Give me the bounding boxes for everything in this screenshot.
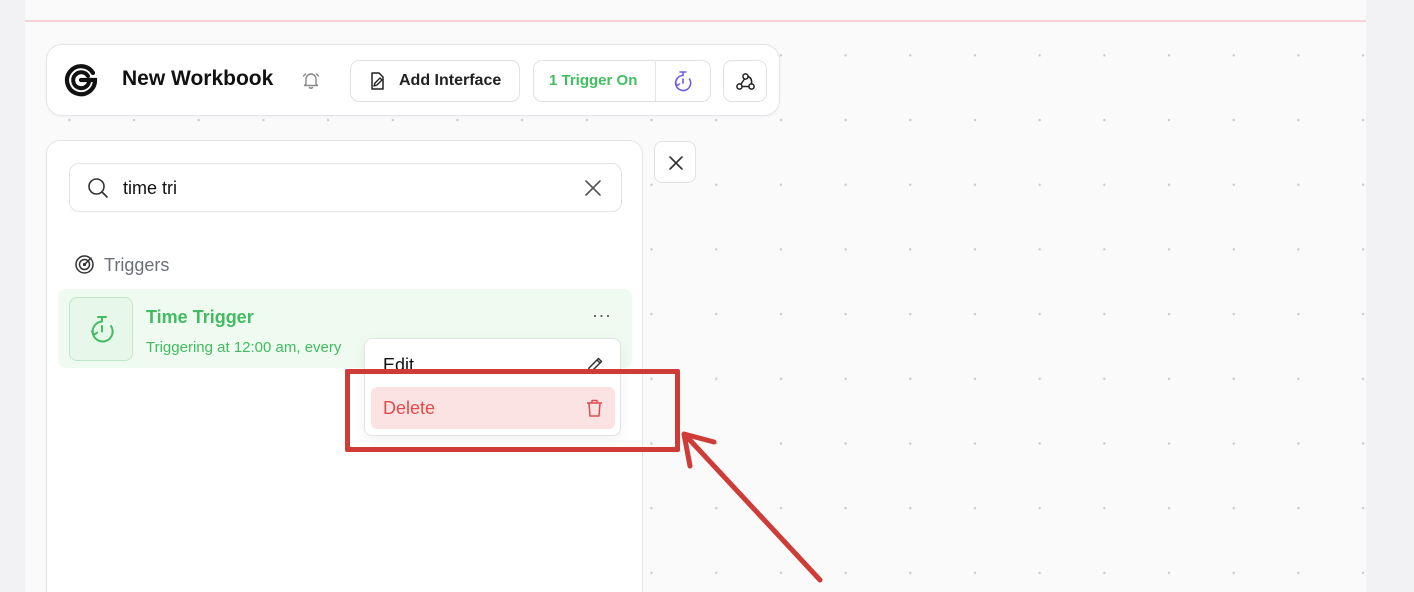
timer-icon [91, 316, 114, 343]
workbook-header: New Workbook Add Interface 1 Trigger On [46, 44, 780, 116]
add-interface-button[interactable]: Add Interface [350, 60, 520, 102]
search-box[interactable] [69, 163, 622, 212]
trigger-status-button[interactable]: 1 Trigger On [533, 60, 711, 102]
bell-icon[interactable] [301, 70, 321, 90]
trigger-tile [69, 297, 133, 361]
triggers-section-label: Triggers [104, 255, 170, 275]
close-icon [669, 156, 683, 170]
app-logo-icon[interactable] [64, 63, 98, 97]
trigger-status-label: 1 Trigger On [549, 72, 638, 89]
workbook-title[interactable]: New Workbook [122, 67, 273, 91]
button-divider [655, 61, 656, 101]
add-interface-label: Add Interface [399, 72, 502, 89]
timer-icon[interactable] [672, 70, 694, 92]
annotation-highlight-box [345, 369, 680, 452]
trigger-description: Triggering at 12:00 am, every [146, 339, 342, 356]
canvas-top-border [25, 20, 1366, 22]
target-icon [75, 255, 94, 274]
document-pen-icon [371, 72, 384, 90]
webhook-button[interactable] [723, 60, 767, 102]
search-input[interactable] [123, 174, 563, 202]
trigger-name: Time Trigger [146, 307, 254, 327]
search-icon [88, 178, 108, 198]
annotation-arrow-icon [681, 431, 823, 583]
webhook-icon [736, 73, 755, 90]
close-panel-button[interactable] [654, 141, 696, 183]
close-icon[interactable] [582, 177, 604, 199]
more-options-icon[interactable]: ··· [592, 305, 611, 326]
